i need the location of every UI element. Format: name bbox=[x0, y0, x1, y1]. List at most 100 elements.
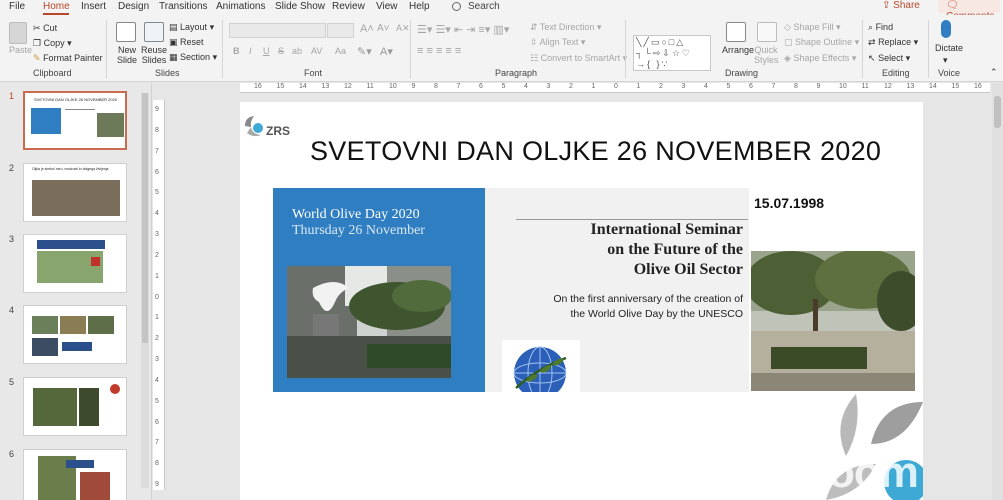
ruler-tick-label: 11 bbox=[861, 83, 869, 90]
italic-button[interactable]: I bbox=[249, 46, 252, 56]
paste-icon bbox=[9, 22, 27, 44]
highlight-icon[interactable]: ✎▾ bbox=[357, 45, 372, 58]
seminar-line-3: Olive Oil Sector bbox=[633, 261, 743, 278]
seminar-panel[interactable]: International Seminar on the Future of t… bbox=[485, 188, 749, 400]
olive-sculpture-photo bbox=[287, 266, 451, 378]
share-button[interactable]: ⇪ Share bbox=[882, 0, 920, 11]
tab-design[interactable]: Design bbox=[118, 1, 149, 12]
slide-title[interactable]: SVETOVNI DAN OLJKE 26 NOVEMBER 2020 bbox=[310, 136, 881, 167]
select-button[interactable]: ↖ Select ▾ bbox=[868, 53, 910, 64]
world-olive-day-title: World Olive Day 2020 bbox=[292, 207, 420, 222]
group-label-font: Font bbox=[304, 68, 323, 78]
quick-styles-icon bbox=[757, 22, 777, 42]
slide-thumbnail-pane[interactable]: 1 SVETOVNI DAN OLJKE 26 NOVEMBER 2020 2 … bbox=[0, 83, 152, 500]
slide-thumbnail-5[interactable] bbox=[23, 377, 127, 436]
ruler-tick-label: 12 bbox=[344, 83, 352, 90]
strikethrough-button[interactable]: S bbox=[278, 46, 284, 56]
tab-file[interactable]: File bbox=[9, 1, 25, 12]
reuse-slides-button[interactable]: Reuse Slides bbox=[141, 45, 167, 65]
slide-thumbnail-6[interactable] bbox=[23, 449, 127, 500]
smartart-label: Convert to SmartArt bbox=[540, 53, 621, 63]
ruler-tick-label: 2 bbox=[155, 335, 159, 343]
convert-smartart-button[interactable]: ☷ Convert to SmartArt ▾ bbox=[530, 53, 627, 64]
format-painter-button[interactable]: ✎ Format Painter bbox=[33, 53, 103, 64]
tab-review[interactable]: Review bbox=[332, 1, 365, 12]
bullets-icon[interactable]: ☰▾ ☰▾ ⇤ ⇥ ≡▾ ▥▾ bbox=[417, 23, 509, 36]
text-direction-button[interactable]: ⇵ Text Direction ▾ bbox=[530, 22, 601, 33]
divider bbox=[862, 20, 863, 78]
tab-slide-show[interactable]: Slide Show bbox=[275, 1, 325, 12]
font-size-select[interactable] bbox=[327, 23, 354, 38]
thumbnail-scrollbar-thumb[interactable] bbox=[142, 93, 148, 343]
align-text-button[interactable]: ⇳ Align Text ▾ bbox=[530, 37, 585, 48]
section-button[interactable]: ▦ Section ▾ bbox=[169, 52, 217, 63]
reset-button[interactable]: ▣ Reset bbox=[169, 37, 204, 48]
divider bbox=[625, 20, 626, 78]
ruler-tick-label: 12 bbox=[884, 83, 892, 90]
clear-formatting-icon[interactable]: A✕ bbox=[396, 23, 410, 34]
align-icons[interactable]: ≡ ≡ ≡ ≡ ≡ bbox=[417, 45, 461, 57]
arrange-button[interactable]: Arrange bbox=[722, 45, 754, 55]
slide-thumbnail-3[interactable] bbox=[23, 234, 127, 293]
search-icon[interactable] bbox=[452, 2, 461, 11]
ruler-tick-label: 5 bbox=[726, 83, 731, 90]
align-text-icon: ⇳ bbox=[530, 37, 538, 47]
group-label-voice: Voice bbox=[938, 68, 961, 78]
slide-thumbnail-4[interactable] bbox=[23, 305, 127, 364]
world-olive-day-panel[interactable]: World Olive Day 2020 Thursday 26 Novembe… bbox=[273, 188, 485, 392]
decrease-font-icon[interactable]: A˅ bbox=[377, 23, 390, 34]
bold-button[interactable]: B bbox=[233, 46, 240, 56]
tab-help[interactable]: Help bbox=[409, 1, 430, 12]
dictate-dropdown-icon[interactable]: ▾ bbox=[943, 55, 948, 66]
shape-fill-button[interactable]: ◇ Shape Fill ▾ bbox=[784, 22, 841, 33]
ruler-tick-label: 3 bbox=[155, 231, 159, 238]
thumbnail-text-block bbox=[65, 109, 95, 121]
slide-thumbnail-1[interactable]: SVETOVNI DAN OLJKE 26 NOVEMBER 2020 bbox=[23, 91, 127, 150]
font-color-icon[interactable]: A▾ bbox=[380, 45, 393, 58]
replace-button[interactable]: ⇄ Replace ▾ bbox=[868, 37, 918, 48]
shape-effects-button[interactable]: ◈ Shape Effects ▾ bbox=[784, 53, 856, 64]
collapse-ribbon-icon[interactable]: ⌃ bbox=[990, 67, 998, 78]
date-label[interactable]: 15.07.1998 bbox=[754, 195, 824, 211]
select-label: Select bbox=[878, 53, 904, 63]
text-direction-icon: ⇵ bbox=[530, 22, 538, 32]
cut-button[interactable]: ✂ Cut bbox=[33, 23, 57, 34]
ruler-tick-label: 8 bbox=[434, 83, 438, 90]
shadow-button[interactable]: ab bbox=[292, 46, 302, 56]
comments-button[interactable]: 🗨 Comments bbox=[938, 0, 1000, 22]
paste-button[interactable]: Paste bbox=[9, 45, 32, 55]
dictate-button[interactable]: Dictate bbox=[935, 43, 963, 53]
thumbnail-image bbox=[37, 251, 103, 283]
underline-button[interactable]: U bbox=[263, 46, 270, 56]
olive-trees-photo bbox=[751, 251, 915, 391]
ruler-tick-label: 7 bbox=[155, 147, 159, 155]
new-slide-button[interactable]: New Slide bbox=[113, 45, 141, 65]
shape-outline-button[interactable]: ▢ Shape Outline ▾ bbox=[784, 37, 859, 48]
ruler-tick-label: 9 bbox=[411, 83, 416, 90]
ruler-tick-label: 5 bbox=[155, 397, 159, 405]
canvas-scrollbar-thumb[interactable] bbox=[994, 96, 1001, 128]
search-box[interactable]: Search bbox=[468, 1, 500, 12]
ruler-tick-label: 16 bbox=[254, 83, 262, 90]
slide-canvas[interactable]: ZRS SVETOVNI DAN OLJKE 26 NOVEMBER 2020 … bbox=[240, 102, 923, 500]
thumbnail-number: 3 bbox=[9, 234, 15, 244]
character-spacing-button[interactable]: AV bbox=[311, 46, 322, 56]
increase-font-icon[interactable]: A˄ bbox=[360, 23, 374, 35]
font-family-select[interactable] bbox=[229, 23, 326, 38]
anniversary-line-1: On the first anniversary of the creation… bbox=[553, 293, 743, 305]
canvas-scrollbar[interactable] bbox=[992, 83, 1003, 500]
tab-transitions[interactable]: Transitions bbox=[159, 1, 208, 12]
layout-button[interactable]: ▤ Layout ▾ bbox=[169, 22, 214, 33]
find-button[interactable]: ⌕ Find bbox=[868, 22, 893, 33]
tab-view[interactable]: View bbox=[376, 1, 398, 12]
shapes-gallery[interactable]: ╲╱▭○□△ ┐└⇨⇩☆♡ →{ }∵ bbox=[633, 35, 711, 71]
seminar-line-1: International Seminar bbox=[590, 221, 743, 238]
change-case-button[interactable]: Aa bbox=[335, 46, 346, 56]
copy-button[interactable]: ❐ Copy ▾ bbox=[33, 38, 72, 49]
tab-insert[interactable]: Insert bbox=[81, 1, 106, 12]
tab-home[interactable]: Home bbox=[43, 1, 70, 12]
slide-thumbnail-2[interactable]: Oljka je simbol miru, modrosti in dolgeg… bbox=[23, 163, 127, 222]
quick-styles-button[interactable]: Quick Styles bbox=[754, 45, 779, 65]
tab-animations[interactable]: Animations bbox=[216, 1, 265, 12]
ruler-tick-label: 5 bbox=[501, 83, 506, 90]
